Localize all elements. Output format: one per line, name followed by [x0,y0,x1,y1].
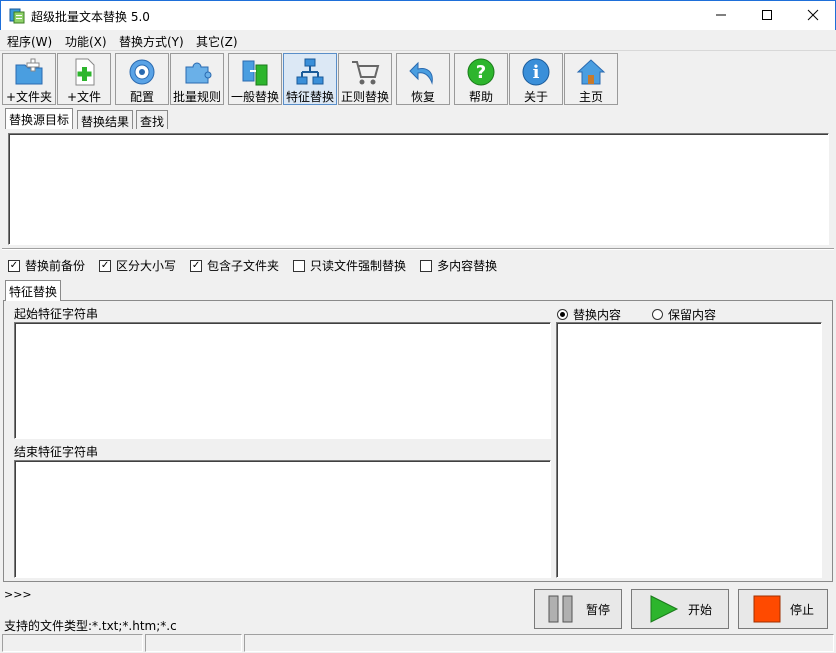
radio-replace-label: 替换内容 [573,308,622,322]
check-icon: ✓ [99,259,112,272]
general-replace-button[interactable]: 一般替换 [228,53,282,105]
maximize-icon [761,9,773,24]
config-button[interactable]: 配置 [115,53,169,105]
check-icon: ✓ [190,259,203,272]
readonly-force-label: 只读文件强制替换 [310,259,407,273]
replace-icon [242,60,268,86]
maximize-button[interactable] [744,1,790,31]
svg-text:i: i [533,62,540,83]
backup-checkbox[interactable]: ✓ 替换前备份 [8,257,85,274]
regex-replace-label: 正则替换 [340,90,389,104]
menu-bar: 程序(W) 功能(X) 替换方式(Y) 其它(Z) [0,30,836,51]
feature-replace-label: 特征替换 [285,90,334,104]
close-icon [807,9,819,24]
network-icon [296,58,324,85]
tab-replace-result[interactable]: 替换结果 [77,110,134,129]
start-string-input[interactable] [14,322,551,439]
cart-icon [352,61,380,85]
radio-keep-label: 保留内容 [668,308,717,322]
stop-button[interactable]: 停止 [738,589,828,629]
help-button[interactable]: ? 帮助 [454,53,508,105]
close-button[interactable] [790,1,836,31]
radio-keep-content[interactable]: 保留内容 [652,306,716,323]
check-icon: ✓ [8,259,20,272]
add-folder-button[interactable]: +文件夹 [2,53,56,105]
home-label: 主页 [578,90,603,104]
start-string-label: 起始特征字符串 [14,307,99,321]
pause-label: 暂停 [585,602,610,617]
checkbox-box [420,259,433,272]
readonly-force-checkbox[interactable]: 只读文件强制替换 [293,257,406,274]
menu-program[interactable]: 程序(W) [5,32,54,51]
folder-add-icon [15,58,43,85]
case-sensitive-checkbox[interactable]: ✓ 区分大小写 [99,257,176,274]
tab-feature-replace[interactable]: 特征替换 [5,280,62,301]
play-icon [650,595,679,623]
pause-icon [548,595,573,623]
checkbox-box [293,259,306,272]
batch-rules-label: 批量规则 [172,90,221,104]
window-title: 超级批量文本替换 5.0 [31,10,150,24]
config-label: 配置 [129,90,154,104]
restore-button[interactable]: 恢复 [396,53,450,105]
title-bar: 超级批量文本替换 5.0 [0,0,836,30]
general-replace-label: 一般替换 [230,90,279,104]
log-prompt: >>> [4,588,32,601]
options-row: ✓ 替换前备份 ✓ 区分大小写 ✓ 包含子文件夹 只读文件强制替换 多内容替换 [8,257,511,274]
stop-label: 停止 [789,602,814,617]
tab-find[interactable]: 查找 [136,110,169,129]
menu-replace-mode[interactable]: 替换方式(Y) [117,32,186,51]
multi-content-label: 多内容替换 [437,259,498,273]
backup-label: 替换前备份 [25,259,86,273]
batch-rules-button[interactable]: 批量规则 [170,53,224,105]
info-icon: i [522,58,550,86]
about-button[interactable]: i 关于 [509,53,563,105]
end-string-input[interactable] [14,460,551,578]
home-icon [576,59,606,85]
stop-icon [753,595,781,623]
menu-function[interactable]: 功能(X) [63,32,109,51]
undo-icon [409,61,433,85]
add-file-label: +文件 [66,90,102,104]
restore-label: 恢复 [410,90,435,104]
minimize-button[interactable] [698,1,744,31]
app-icon [9,8,25,24]
feature-replace-button[interactable]: 特征替换 [283,53,337,105]
svg-text:?: ? [476,62,486,83]
start-label: 开始 [687,602,712,617]
help-label: 帮助 [468,90,493,104]
status-segment [145,634,242,652]
about-label: 关于 [523,90,548,104]
status-segment [244,634,834,652]
gear-icon [129,59,155,85]
subfolder-label: 包含子文件夹 [207,259,280,273]
tab-replace-source[interactable]: 替换源目标 [5,108,74,129]
minimize-icon [715,9,727,24]
end-string-label: 结束特征字符串 [14,445,99,459]
status-segment [2,634,143,652]
multi-content-checkbox[interactable]: 多内容替换 [420,257,497,274]
puzzle-icon [185,62,212,84]
add-folder-label: +文件夹 [5,90,53,104]
home-button[interactable]: 主页 [564,53,618,105]
radio-icon [652,309,663,320]
file-types-text: 支持的文件类型:*.txt;*.htm;*.c [4,619,177,633]
menu-other[interactable]: 其它(Z) [194,32,240,51]
source-file-list[interactable] [8,133,829,245]
divider [2,248,834,250]
start-button[interactable]: 开始 [631,589,729,629]
radio-replace-content[interactable]: 替换内容 [557,306,621,323]
toolbar: +文件夹 +文件 配置 批量规则 一般替换 特征替换 正则替换 恢复 ? 帮助 … [0,51,836,107]
subfolder-checkbox[interactable]: ✓ 包含子文件夹 [190,257,279,274]
radio-icon [557,309,568,320]
file-add-icon [75,58,95,86]
pause-button[interactable]: 暂停 [534,589,622,629]
replace-content-input[interactable] [556,322,822,578]
regex-replace-button[interactable]: 正则替换 [338,53,392,105]
case-sensitive-label: 区分大小写 [116,259,177,273]
add-file-button[interactable]: +文件 [57,53,111,105]
help-icon: ? [467,58,495,86]
